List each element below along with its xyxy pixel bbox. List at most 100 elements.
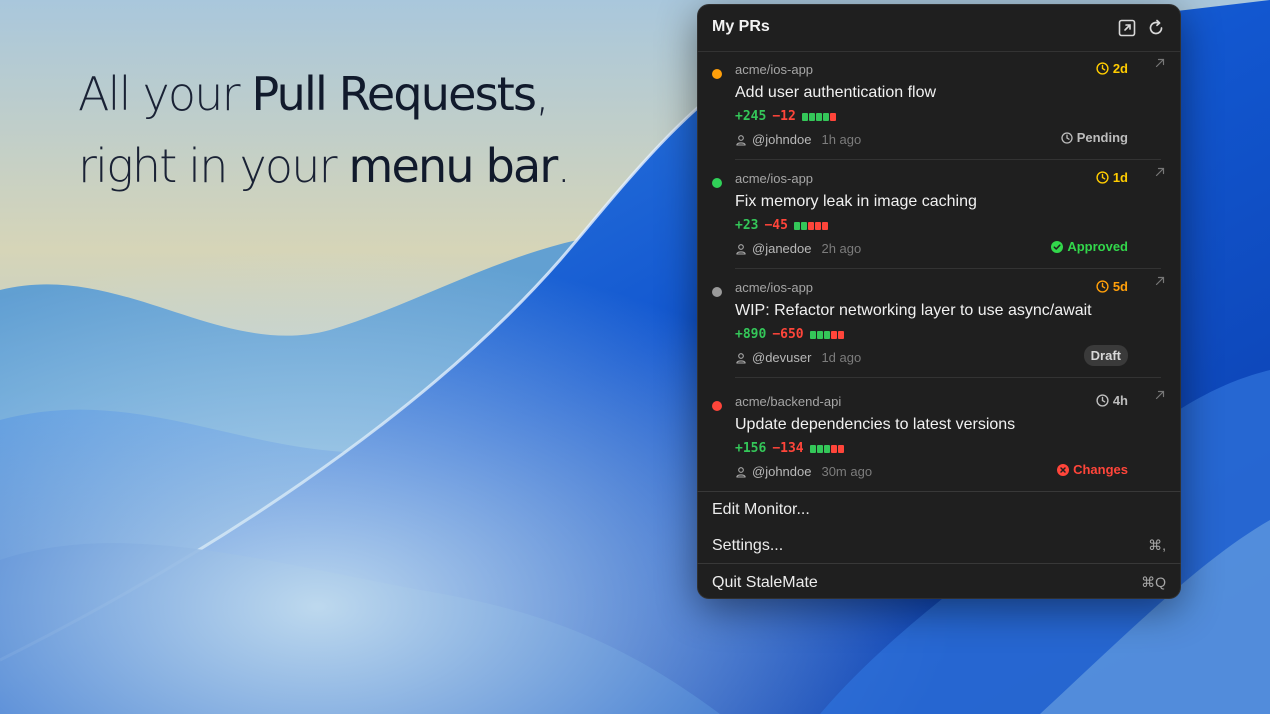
person-icon <box>736 243 746 255</box>
refresh-icon[interactable] <box>1146 18 1166 38</box>
pr-updated-time: 2h ago <box>821 241 862 256</box>
diff-size-bar <box>793 221 828 230</box>
diff-size-block <box>814 221 821 230</box>
diff-size-block <box>837 444 844 453</box>
diff-size-block <box>830 444 837 453</box>
pr-diff-stats: +23 −45 <box>735 218 828 233</box>
settings-menu-item[interactable]: Settings... ⌘, <box>712 537 1166 555</box>
pr-diff-stats: +245 −12 <box>735 109 836 124</box>
open-in-browser-icon[interactable] <box>1154 57 1166 69</box>
pr-row[interactable]: acme/ios-app 2d Add user authentication fl… <box>697 52 1181 160</box>
diff-size-block <box>837 330 844 339</box>
headline-text: right in your <box>78 139 349 193</box>
panel-header: My PRs <box>697 4 1181 52</box>
pr-author: @johndoe <box>752 132 812 147</box>
pr-repo: acme/ios-app <box>735 171 814 186</box>
menu-item-label: Edit Monitor... <box>712 501 810 518</box>
diff-size-block <box>816 330 823 339</box>
pr-age-label: 1d <box>1112 170 1128 185</box>
row-divider <box>735 377 1161 378</box>
pr-state-dot <box>712 287 722 297</box>
headline-strong-text: Pull Requests <box>251 67 537 121</box>
pr-author: @janedoe <box>752 241 812 256</box>
pr-row[interactable]: acme/ios-app 1d Fix memory leak in image c… <box>697 161 1181 269</box>
pr-title: WIP: Refactor networking layer to use as… <box>735 302 1092 319</box>
diff-size-block <box>793 221 800 230</box>
open-external-icon[interactable] <box>1117 18 1137 38</box>
pr-state-dot <box>712 401 722 411</box>
pr-age-label: 5d <box>1112 279 1128 294</box>
person-icon <box>736 466 746 478</box>
open-in-browser-icon[interactable] <box>1154 166 1166 178</box>
pr-meta: @devuser 1d ago <box>735 350 861 365</box>
pr-age: 2d <box>1096 61 1128 76</box>
edit-monitor-menu-item[interactable]: Edit Monitor... <box>712 501 1166 519</box>
pr-age: 1d <box>1096 170 1128 185</box>
diff-size-block <box>808 112 815 121</box>
pr-meta: @johndoe 30m ago <box>735 464 872 479</box>
diff-size-block <box>823 444 830 453</box>
clock-icon <box>1096 280 1109 293</box>
keyboard-shortcut: ⌘, <box>1148 537 1166 553</box>
pr-review-status: Changes <box>1057 462 1128 477</box>
pr-age-label: 2d <box>1112 61 1128 76</box>
clock-icon <box>1096 394 1109 407</box>
diff-size-block <box>809 330 816 339</box>
pr-review-status-label: Draft <box>1090 348 1121 363</box>
pr-repo: acme/ios-app <box>735 62 814 77</box>
keyboard-shortcut: ⌘Q <box>1141 574 1166 590</box>
pr-row[interactable]: acme/ios-app 5d WIP: Refactor networking l… <box>697 270 1181 378</box>
diff-size-block <box>816 444 823 453</box>
check-circle-icon <box>1051 240 1064 253</box>
pr-review-status: Pending <box>1061 130 1128 145</box>
clock-icon <box>1096 171 1109 184</box>
diff-size-block <box>809 444 816 453</box>
pr-meta: @janedoe 2h ago <box>735 241 861 256</box>
menu-item-label: Quit StaleMate <box>712 574 818 591</box>
panel-title: My PRs <box>712 18 770 35</box>
open-in-browser-icon[interactable] <box>1154 275 1166 287</box>
pr-age: 4h <box>1096 393 1128 408</box>
person-icon <box>736 352 746 364</box>
diff-size-block <box>801 112 808 121</box>
menu-item-label: Settings... <box>712 537 784 554</box>
headline-line-2: right in your menu bar. <box>78 130 638 202</box>
pr-state-dot <box>712 69 722 79</box>
headline-text: All your <box>78 67 252 121</box>
headline-punctuation: . <box>556 139 571 193</box>
quit-menu-item[interactable]: Quit StaleMate ⌘Q <box>712 574 1166 592</box>
pr-age-label: 4h <box>1112 393 1128 408</box>
pr-title: Fix memory leak in image caching <box>735 193 977 210</box>
pr-repo: acme/ios-app <box>735 280 814 295</box>
diff-size-block <box>807 221 814 230</box>
pr-row[interactable]: acme/backend-api 4h Update dependencies to… <box>697 384 1181 492</box>
row-divider <box>735 268 1161 269</box>
pr-deletions: −134 <box>772 441 804 456</box>
pr-additions: +245 <box>735 109 767 124</box>
menu-divider <box>697 491 1181 492</box>
headline-strong-text: menu bar <box>348 139 559 193</box>
pr-review-status: Draft <box>1083 345 1128 366</box>
diff-size-block <box>823 330 830 339</box>
open-in-browser-icon[interactable] <box>1154 389 1166 401</box>
diff-size-block <box>821 221 828 230</box>
pr-additions: +23 <box>735 218 759 233</box>
pr-additions: +156 <box>735 441 767 456</box>
person-icon <box>736 134 746 146</box>
pr-state-dot <box>712 178 722 188</box>
x-circle-icon <box>1057 463 1070 476</box>
pr-diff-stats: +156 −134 <box>735 441 844 456</box>
marketing-headline: All your Pull Requests, right in your me… <box>78 58 638 202</box>
pr-review-status-label: Approved <box>1067 239 1128 254</box>
diff-size-block <box>822 112 829 121</box>
pr-deletions: −12 <box>772 109 796 124</box>
pr-deletions: −45 <box>764 218 788 233</box>
headline-line-1: All your Pull Requests, <box>78 58 638 130</box>
pr-author: @devuser <box>752 350 812 365</box>
pr-diff-stats: +890 −650 <box>735 327 844 342</box>
pr-review-status-label: Pending <box>1076 130 1128 145</box>
clock-icon <box>1061 131 1073 144</box>
pr-updated-time: 1d ago <box>821 350 862 365</box>
pr-updated-time: 30m ago <box>821 464 873 479</box>
pr-meta: @johndoe 1h ago <box>735 132 861 147</box>
